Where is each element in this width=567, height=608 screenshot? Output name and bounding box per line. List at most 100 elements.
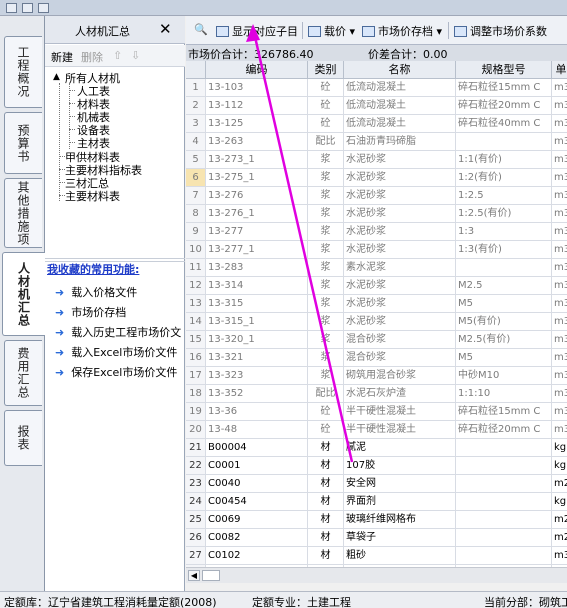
table-cell[interactable]: 13-352 bbox=[206, 385, 308, 403]
row-number[interactable]: 4 bbox=[186, 133, 206, 151]
table-row[interactable]: 713-276浆水泥砂浆1:2.5m3 bbox=[186, 187, 567, 205]
row-number[interactable]: 5 bbox=[186, 151, 206, 169]
row-number[interactable]: 1 bbox=[186, 79, 206, 97]
table-row[interactable]: 24 C00454 材界面剂 kg bbox=[186, 493, 567, 511]
scroll-thumb[interactable] bbox=[202, 570, 220, 581]
table-row[interactable]: 1513-320_1浆混合砂浆M2.5(有价)m3 bbox=[186, 331, 567, 349]
fav-save-excel[interactable]: ➜ 保存Excel市场价文件 bbox=[55, 364, 177, 380]
column-header[interactable]: 单位 bbox=[552, 61, 567, 79]
table-row[interactable]: 27C0102材粗砂 m3 bbox=[186, 547, 567, 565]
fav-market-archive[interactable]: ➜ 市场价存档 bbox=[55, 304, 126, 320]
table-cell[interactable]: 半干硬性混凝土 bbox=[344, 403, 456, 421]
row-number[interactable]: 27 bbox=[186, 547, 206, 565]
table-row[interactable]: 1413-315_1浆水泥砂浆M5(有价)m3 bbox=[186, 313, 567, 331]
table-cell[interactable]: 砼 bbox=[308, 403, 344, 421]
table-cell[interactable]: 材 bbox=[308, 547, 344, 565]
table-cell[interactable]: C0001 bbox=[206, 457, 308, 475]
table-cell[interactable]: m3 bbox=[552, 187, 567, 205]
table-cell[interactable]: 浆 bbox=[308, 367, 344, 385]
table-cell[interactable]: 13-276_1 bbox=[206, 205, 308, 223]
table-cell[interactable]: 13-314 bbox=[206, 277, 308, 295]
table-cell[interactable]: M5 bbox=[456, 295, 552, 313]
table-cell[interactable]: 水泥砂浆 bbox=[344, 295, 456, 313]
table-cell[interactable] bbox=[456, 511, 552, 529]
table-cell[interactable] bbox=[456, 439, 552, 457]
row-number[interactable]: 9 bbox=[186, 223, 206, 241]
table-cell[interactable]: 13-103 bbox=[206, 79, 308, 97]
table-cell[interactable]: 13-323 bbox=[206, 367, 308, 385]
table-cell[interactable]: m2 bbox=[552, 475, 567, 493]
row-number[interactable]: 25 bbox=[186, 511, 206, 529]
table-cell[interactable]: m3 bbox=[552, 151, 567, 169]
table-row[interactable]: 1213-314浆水泥砂浆M2.5m3 bbox=[186, 277, 567, 295]
table-cell[interactable]: 碎石粒径20mm C bbox=[456, 97, 552, 115]
table-cell[interactable]: 中砂M10 bbox=[456, 367, 552, 385]
table-cell[interactable]: C0082 bbox=[206, 529, 308, 547]
table-row[interactable]: 913-277浆水泥砂浆1:3m3 bbox=[186, 223, 567, 241]
table-cell[interactable]: 材 bbox=[308, 493, 344, 511]
table-cell[interactable]: 浆 bbox=[308, 205, 344, 223]
adjust-coefficient-button[interactable]: 调整市场价系数 bbox=[454, 23, 547, 39]
table-cell[interactable]: M5(有价) bbox=[456, 313, 552, 331]
table-row[interactable]: 513-273_1浆水泥砂浆1:1(有价)m3 bbox=[186, 151, 567, 169]
table-cell[interactable]: m3 bbox=[552, 295, 567, 313]
table-cell[interactable]: m3 bbox=[552, 79, 567, 97]
table-cell[interactable]: 浆 bbox=[308, 169, 344, 187]
table-cell[interactable]: 水泥石灰炉渣 bbox=[344, 385, 456, 403]
table-cell[interactable]: 13-277_1 bbox=[206, 241, 308, 259]
table-cell[interactable]: 砼 bbox=[308, 421, 344, 439]
tab-cost-summary[interactable]: 费用汇总 bbox=[4, 340, 42, 406]
table-cell[interactable]: 水泥砂浆 bbox=[344, 169, 456, 187]
table-row[interactable]: 1613-321浆混合砂浆M5m3 bbox=[186, 349, 567, 367]
table-cell[interactable]: m3 bbox=[552, 349, 567, 367]
table-cell[interactable]: C00454 bbox=[206, 493, 308, 511]
table-cell[interactable]: m3 bbox=[552, 385, 567, 403]
table-cell[interactable]: 砼 bbox=[308, 115, 344, 133]
table-cell[interactable]: 玻璃纤维网格布 bbox=[344, 511, 456, 529]
table-cell[interactable]: m2 bbox=[552, 511, 567, 529]
table-cell[interactable]: 腻泥 bbox=[344, 439, 456, 457]
table-cell[interactable]: 1:3 bbox=[456, 223, 552, 241]
table-cell[interactable]: 13-273_1 bbox=[206, 151, 308, 169]
table-cell[interactable]: 混合砂浆 bbox=[344, 349, 456, 367]
table-cell[interactable]: 草袋子 bbox=[344, 529, 456, 547]
table-cell[interactable]: 水泥砂浆 bbox=[344, 277, 456, 295]
tab-other-measures[interactable]: 其他措施项 bbox=[4, 178, 42, 248]
table-cell[interactable]: 13-263 bbox=[206, 133, 308, 151]
fav-load-history[interactable]: ➜ 载入历史工程市场价文 bbox=[55, 324, 181, 340]
table-row[interactable]: 22 C0001 材 107胶 kg bbox=[186, 457, 567, 475]
new-button[interactable]: 新建 bbox=[51, 49, 73, 65]
market-archive-button[interactable]: 市场价存档 ▾ bbox=[362, 23, 442, 39]
column-header[interactable]: 名称 bbox=[344, 61, 456, 79]
table-cell[interactable]: 1:3(有价) bbox=[456, 241, 552, 259]
table-cell[interactable]: 浆 bbox=[308, 349, 344, 367]
table-cell[interactable]: m3 bbox=[552, 223, 567, 241]
table-cell[interactable]: 低流动混凝土 bbox=[344, 115, 456, 133]
table-cell[interactable]: 材 bbox=[308, 511, 344, 529]
table-cell[interactable]: 配比 bbox=[308, 385, 344, 403]
tab-project-overview[interactable]: 工程概况 bbox=[4, 36, 42, 108]
table-cell[interactable]: 13-283 bbox=[206, 259, 308, 277]
row-number[interactable]: 2 bbox=[186, 97, 206, 115]
table-row[interactable]: 613-275_1浆水泥砂浆1:2(有价)m3 bbox=[186, 169, 567, 187]
column-header[interactable]: 规格型号 bbox=[456, 61, 552, 79]
table-cell[interactable]: 13-320_1 bbox=[206, 331, 308, 349]
table-cell[interactable]: 安全网 bbox=[344, 475, 456, 493]
move-up-icon[interactable]: ⇧ bbox=[113, 49, 122, 62]
table-cell[interactable]: m3 bbox=[552, 97, 567, 115]
table-cell[interactable]: 浆 bbox=[308, 277, 344, 295]
table-cell[interactable]: 13-112 bbox=[206, 97, 308, 115]
table-cell[interactable]: 13-321 bbox=[206, 349, 308, 367]
show-children-button[interactable]: 显示对应子目 bbox=[216, 23, 298, 39]
table-row[interactable]: 1013-277_1浆水泥砂浆1:3(有价)m3 bbox=[186, 241, 567, 259]
row-number[interactable]: 18 bbox=[186, 385, 206, 403]
row-number[interactable]: 13 bbox=[186, 295, 206, 313]
table-cell[interactable]: m3 bbox=[552, 205, 567, 223]
table-row[interactable]: 213-112砼低流动混凝土碎石粒径20mm Cm3 bbox=[186, 97, 567, 115]
table-cell[interactable]: 石油沥青玛碲脂 bbox=[344, 133, 456, 151]
row-number[interactable]: 7 bbox=[186, 187, 206, 205]
table-cell[interactable]: 材 bbox=[308, 439, 344, 457]
table-cell[interactable]: 水泥砂浆 bbox=[344, 187, 456, 205]
table-row[interactable]: 1813-352配比水泥石灰炉渣1:1:10m3 bbox=[186, 385, 567, 403]
table-cell[interactable]: 混合砂浆 bbox=[344, 331, 456, 349]
